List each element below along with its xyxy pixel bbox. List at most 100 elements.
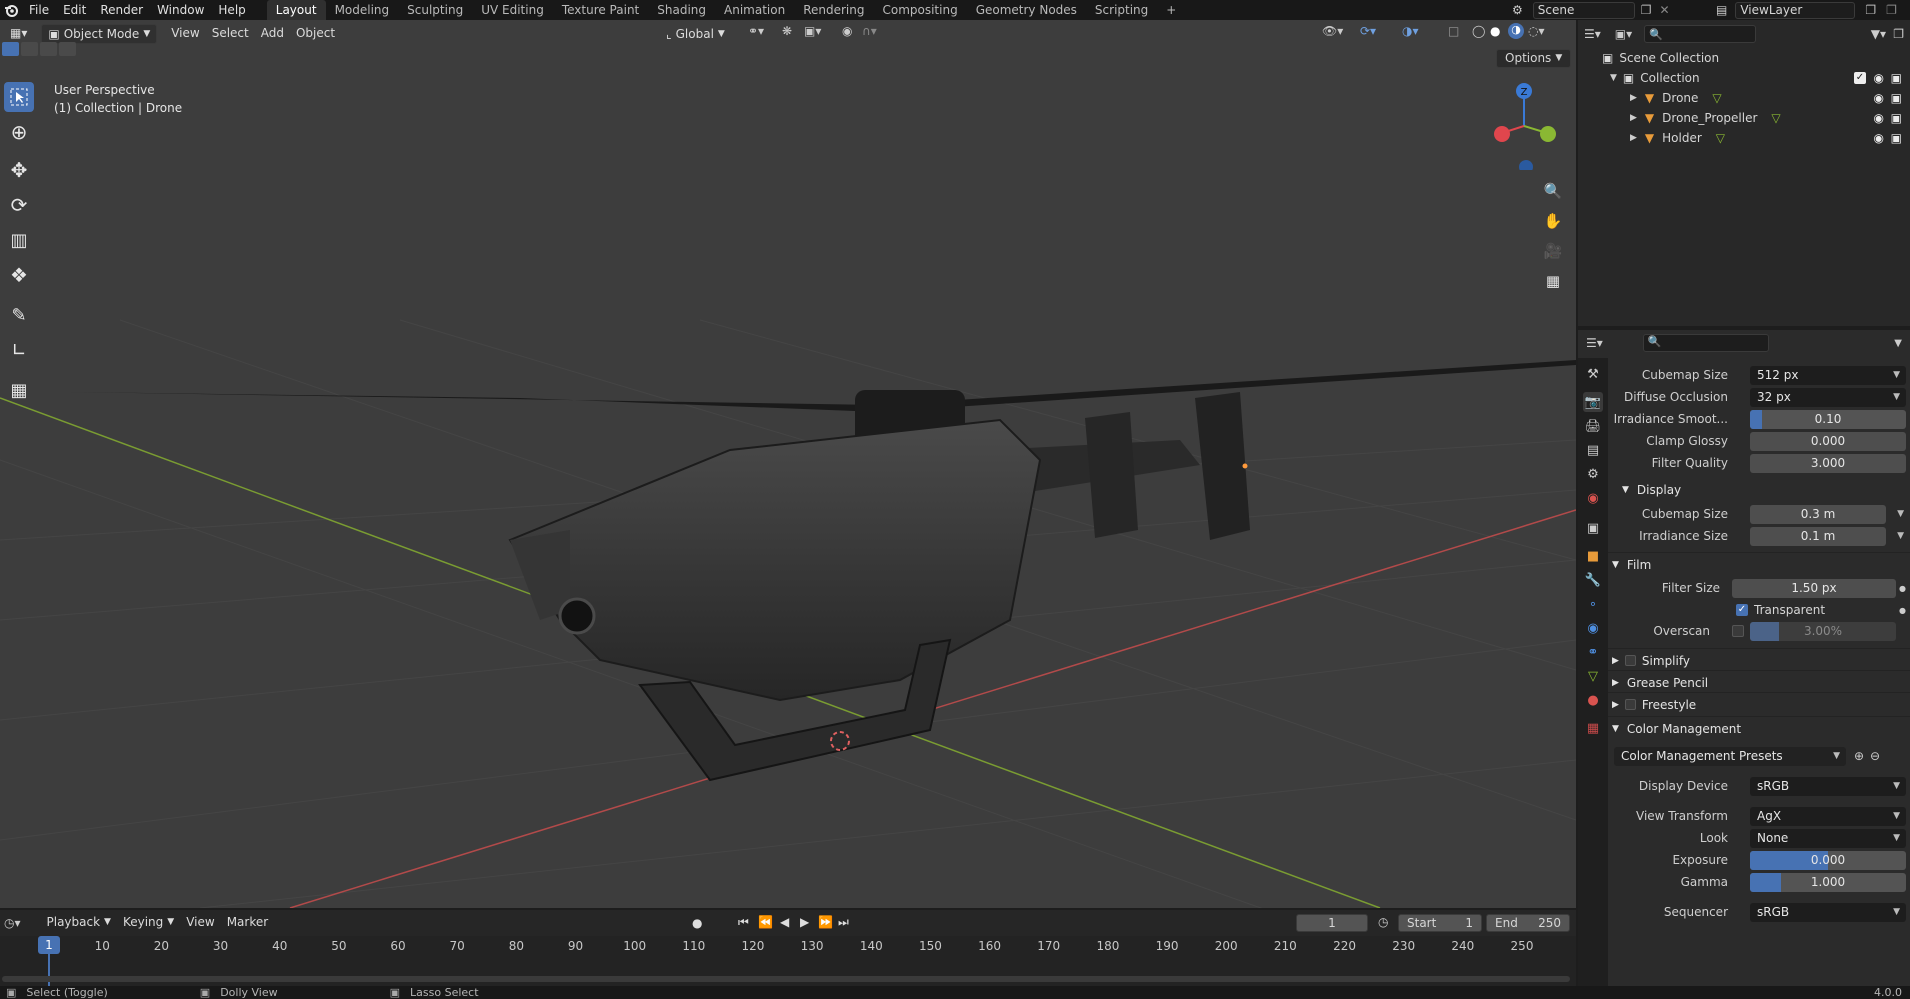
next-keyframe-icon[interactable]: ⏩	[818, 915, 833, 929]
eye-icon[interactable]: ◉	[1874, 71, 1884, 85]
delete-viewlayer-icon[interactable]: ❐	[1886, 3, 1897, 17]
outliner-row-drone[interactable]: ▶ ▼ Drone ▽ ◉ ▣	[1578, 88, 1910, 108]
tab-layout[interactable]: Layout	[266, 0, 326, 20]
look-dropdown[interactable]: None ▼	[1750, 828, 1906, 848]
viewport-menu-object[interactable]: Object	[290, 24, 341, 44]
pan-button[interactable]: ✋	[1540, 208, 1566, 234]
clock-icon[interactable]: ◷	[1378, 915, 1388, 929]
blender-logo-icon[interactable]	[0, 0, 22, 20]
constraints-tab-icon[interactable]: ⚭	[1583, 642, 1603, 662]
color-management-section-header[interactable]: ▼ Color Management	[1608, 716, 1910, 740]
record-button[interactable]: ●	[692, 916, 702, 930]
outliner-row-drone-propeller[interactable]: ▶ ▼ Drone_Propeller ▽ ◉ ▣	[1578, 108, 1910, 128]
section-checkbox[interactable]	[1624, 699, 1636, 710]
scene-selector[interactable]: ⚙ Scene ❐ ✕	[1512, 0, 1692, 20]
menu-edit[interactable]: Edit	[56, 0, 93, 20]
scene-tab-icon[interactable]: ⚙	[1583, 464, 1603, 484]
jump-start-icon[interactable]: ⏮	[738, 915, 749, 930]
move-tool[interactable]: ✥	[4, 155, 34, 185]
select-box-tool[interactable]	[4, 82, 34, 112]
delete-scene-icon[interactable]: ✕	[1660, 3, 1670, 17]
exposure-slider[interactable]: 0.000	[1750, 850, 1906, 870]
ortho-toggle-button[interactable]: ▦	[1540, 268, 1566, 294]
scene-name-field[interactable]: Scene	[1532, 1, 1635, 19]
cursor-tool[interactable]: ⊕	[4, 117, 34, 147]
overscan-checkbox[interactable]	[1732, 625, 1744, 637]
transform-tool[interactable]: ❖	[4, 260, 34, 290]
eye-icon[interactable]: ◉	[1874, 111, 1884, 125]
visibility-icon[interactable]: 👁▾	[1322, 24, 1343, 38]
collection-tab-icon[interactable]: ▣	[1583, 518, 1603, 538]
marker-menu[interactable]: Marker	[221, 913, 274, 933]
rotate-tool[interactable]: ⟳	[4, 190, 34, 220]
irradiance-smoothing-slider[interactable]: 0.10	[1750, 409, 1906, 429]
add-preset-icon[interactable]: ⊕	[1854, 749, 1864, 763]
transparent-checkbox[interactable]: ✓	[1736, 604, 1748, 616]
viewlayer-selector[interactable]: ▤ ViewLayer ❐ ❐	[1716, 0, 1910, 20]
end-frame-field[interactable]: End 250	[1486, 914, 1570, 932]
transform-orientation-dropdown[interactable]: ⌞ Global ▼	[660, 24, 731, 44]
expand-arrow-icon[interactable]: ▼	[1610, 73, 1617, 83]
playhead[interactable]: 1	[38, 936, 60, 954]
proportional-edit-icon[interactable]: ◉	[842, 24, 852, 38]
viewport-menu-add[interactable]: Add	[255, 24, 290, 44]
play-icon[interactable]: ▶	[800, 915, 809, 929]
xray-toggle-icon[interactable]: □	[1448, 24, 1459, 38]
render-tab-icon[interactable]: 📷	[1583, 392, 1603, 412]
shading-wireframe-icon[interactable]: ◯	[1472, 24, 1485, 38]
pivot-icon[interactable]: ⚭▾	[748, 24, 764, 38]
view-layer-tab-icon[interactable]: ▤	[1583, 440, 1603, 460]
film-section-header[interactable]: ▼ Film	[1608, 552, 1910, 576]
particles-tab-icon[interactable]: ∘	[1583, 594, 1603, 614]
tab-uv-editing[interactable]: UV Editing	[472, 0, 553, 20]
remove-preset-icon[interactable]: ⊖	[1870, 749, 1880, 763]
add-workspace-button[interactable]: +	[1157, 0, 1185, 20]
filter-icon[interactable]: ▼▾	[1871, 27, 1886, 41]
jump-end-icon[interactable]: ⏭	[838, 915, 849, 930]
measure-tool[interactable]: ∟	[4, 335, 34, 365]
physics-tab-icon[interactable]: ◉	[1583, 618, 1603, 638]
tab-geometry-nodes[interactable]: Geometry Nodes	[967, 0, 1086, 20]
filter-size-field[interactable]: 1.50 px	[1732, 578, 1896, 598]
texture-tab-icon[interactable]: ▦	[1583, 718, 1603, 738]
current-frame-field[interactable]: 1	[1296, 914, 1368, 932]
viewlayer-name-field[interactable]: ViewLayer	[1735, 1, 1856, 19]
menu-window[interactable]: Window	[150, 0, 211, 20]
camera-render-icon[interactable]: ▣	[1891, 71, 1902, 85]
timeline-ruler[interactable]: 10 20 30 40 50 60 70 80 90 100 110 120 130 140 150 160 1…	[0, 936, 1576, 986]
filter-quality-field[interactable]: 3.000	[1750, 453, 1906, 473]
tab-sculpting[interactable]: Sculpting	[398, 0, 472, 20]
modifier-tab-icon[interactable]: 🔧	[1583, 570, 1603, 590]
snap-target-icon[interactable]: ▣▾	[804, 24, 821, 38]
cubemap-size-dropdown[interactable]: 512 px ▼	[1750, 365, 1906, 385]
irradiance-size-field[interactable]: 0.1 m	[1750, 526, 1886, 546]
timeline-scrollbar[interactable]	[2, 976, 1570, 982]
outliner-editor-icon[interactable]: ☰▾	[1584, 27, 1601, 41]
annotate-tool[interactable]: ✎	[4, 300, 34, 330]
outliner-row-holder[interactable]: ▶ ▼ Holder ▽ ◉ ▣	[1578, 128, 1910, 148]
new-scene-icon[interactable]: ❐	[1641, 3, 1652, 17]
sequencer-dropdown[interactable]: sRGB ▼	[1750, 902, 1906, 922]
timeline-view-menu[interactable]: View	[180, 913, 220, 933]
menu-render[interactable]: Render	[93, 0, 150, 20]
data-tab-icon[interactable]: ▽	[1583, 666, 1603, 686]
expand-arrow-icon[interactable]: ▶	[1630, 133, 1637, 143]
outliner-row-scene-collection[interactable]: ▣ Scene Collection	[1578, 48, 1910, 68]
gamma-slider[interactable]: 1.000	[1750, 872, 1906, 892]
camera-render-icon[interactable]: ▣	[1891, 91, 1902, 105]
display-subsection-header[interactable]: ▼ Display	[1608, 478, 1910, 502]
keyframe-dot-icon[interactable]: ●	[1899, 606, 1906, 615]
tab-compositing[interactable]: Compositing	[873, 0, 966, 20]
clamp-glossy-field[interactable]: 0.000	[1750, 431, 1906, 451]
shading-solid-icon[interactable]: ●	[1490, 24, 1500, 38]
select-subtract-icon[interactable]	[40, 42, 57, 56]
expand-arrow-icon[interactable]: ▶	[1630, 113, 1637, 123]
outliner-row-collection[interactable]: ▼ ▣ Collection ✓ ◉ ▣	[1578, 68, 1910, 88]
camera-view-button[interactable]: 🎥	[1540, 238, 1566, 264]
tab-animation[interactable]: Animation	[715, 0, 794, 20]
tab-rendering[interactable]: Rendering	[794, 0, 873, 20]
gizmo-toggle-icon[interactable]: ⟳▾	[1360, 24, 1376, 38]
chevron-down-icon[interactable]: ▼	[1897, 531, 1904, 541]
eye-icon[interactable]: ◉	[1874, 131, 1884, 145]
tab-shading[interactable]: Shading	[648, 0, 715, 20]
